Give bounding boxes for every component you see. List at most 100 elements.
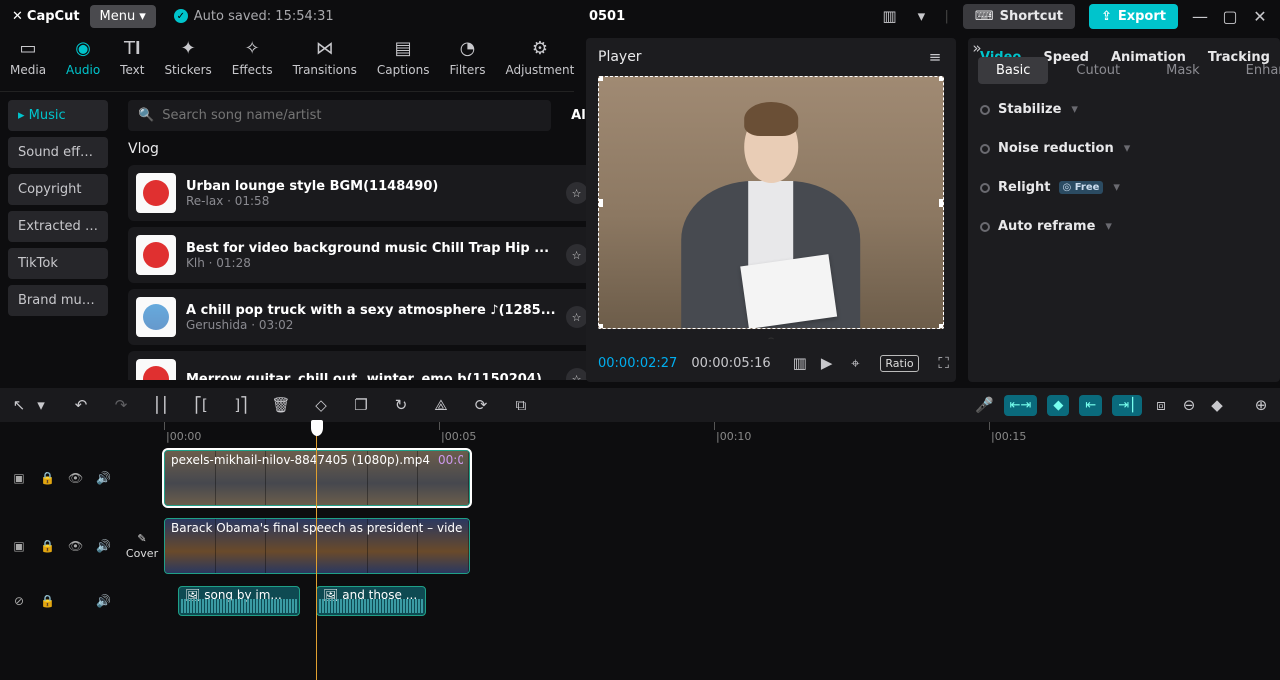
- tab-filters[interactable]: ◔Filters: [449, 38, 485, 77]
- track-collapse-icon[interactable]: ▣: [12, 471, 26, 485]
- inspector-row-relight[interactable]: Relight◎ Free▾: [980, 180, 1268, 195]
- tab-adjustment[interactable]: ⚙Adjustment: [505, 38, 574, 77]
- rotate-icon[interactable]: ⟳: [472, 396, 490, 414]
- audio-clip[interactable]: 🖼song by im...: [178, 586, 300, 616]
- tab-captions[interactable]: ▤Captions: [377, 38, 430, 77]
- toggle-dot-icon[interactable]: [980, 105, 990, 115]
- magnet-group-1-icon[interactable]: ⇤⇥: [1004, 395, 1038, 416]
- video-preview[interactable]: [598, 76, 944, 329]
- fav-icon[interactable]: ☆: [566, 244, 588, 266]
- tab-label: Captions: [377, 63, 430, 77]
- category-tiktok[interactable]: TikTok: [8, 248, 108, 279]
- fav-icon[interactable]: ☆: [566, 306, 588, 328]
- playhead-handle[interactable]: [311, 420, 323, 436]
- preview-cut-icon[interactable]: ⧈: [1152, 396, 1170, 414]
- playhead-line[interactable]: [316, 422, 317, 680]
- category-copyright[interactable]: Copyright: [8, 174, 108, 205]
- cover-button[interactable]: ✎Cover: [124, 532, 160, 560]
- fullscreen-icon[interactable]: ⛶: [935, 354, 953, 372]
- layout-chevron-icon[interactable]: ▾: [912, 7, 930, 25]
- search-input[interactable]: [162, 108, 541, 123]
- menu-button[interactable]: Menu ▾: [90, 5, 156, 28]
- tab-stickers[interactable]: ✦Stickers: [164, 38, 211, 77]
- track2-collapse-icon[interactable]: ▣: [12, 539, 26, 553]
- track2-mute-icon[interactable]: 🔊: [96, 539, 110, 553]
- crop-icon[interactable]: ⧉: [512, 396, 530, 414]
- video-clip-2[interactable]: Barack Obama's final speech as president…: [164, 518, 470, 574]
- player-menu-icon[interactable]: ≡: [926, 48, 944, 66]
- window-close-icon[interactable]: ✕: [1252, 8, 1268, 24]
- redo-icon[interactable]: ↷: [112, 396, 130, 414]
- inspector-row-autoreframe[interactable]: Auto reframe▾: [980, 219, 1268, 234]
- track2-eye-icon[interactable]: 👁: [68, 539, 82, 553]
- export-button[interactable]: ⇪ Export: [1089, 4, 1178, 29]
- trim-right-icon[interactable]: ]⎤: [232, 396, 250, 414]
- video-clip-1[interactable]: pexels-mikhail-nilov-8847405 (1080p).mp4…: [164, 450, 470, 506]
- inspector-subtab-mask[interactable]: Mask: [1148, 57, 1217, 84]
- tab-effects[interactable]: ✧Effects: [232, 38, 273, 77]
- mark-icon[interactable]: ◇: [312, 396, 330, 414]
- mic-icon[interactable]: 🎤: [976, 396, 994, 414]
- toggle-dot-icon[interactable]: [980, 183, 990, 193]
- keyboard-icon: ⌨: [975, 9, 994, 24]
- split-icon[interactable]: ⎮⎮: [152, 396, 170, 414]
- track3-mute-icon[interactable]: 🔊: [96, 594, 110, 608]
- song-item[interactable]: A chill pop truck with a sexy atmosphere…: [128, 289, 624, 345]
- inspector-row-stabilize[interactable]: Stabilize▾: [980, 102, 1268, 117]
- song-cover: [136, 297, 176, 337]
- copy-icon[interactable]: ❐: [352, 396, 370, 414]
- tab-transitions[interactable]: ⋈Transitions: [293, 38, 357, 77]
- category-extracted[interactable]: Extracted a...: [8, 211, 108, 242]
- window-maximize-icon[interactable]: ▢: [1222, 8, 1238, 24]
- magnet-group-2-icon[interactable]: ◆: [1047, 395, 1069, 416]
- song-title: Merrow guitar, chill out, winter, emo b(…: [186, 372, 556, 381]
- inspector-subtab-enhance[interactable]: Enhance: [1228, 57, 1280, 84]
- track3-lock-icon[interactable]: 🔒: [40, 594, 54, 608]
- song-item[interactable]: Best for video background music Chill Tr…: [128, 227, 624, 283]
- tab-audio[interactable]: ◉Audio: [66, 38, 100, 77]
- pointer-icon[interactable]: ↖: [10, 396, 28, 414]
- inspector-subtab-basic[interactable]: Basic: [978, 57, 1048, 84]
- delete-icon[interactable]: 🗑: [272, 396, 290, 414]
- window-minimize-icon[interactable]: —: [1192, 8, 1208, 24]
- reverse-icon[interactable]: ↻: [392, 396, 410, 414]
- inspector-subtab-cutout[interactable]: Cutout: [1058, 57, 1138, 84]
- compare-icon[interactable]: ▥: [793, 354, 807, 372]
- mirror-icon[interactable]: ⟁: [432, 396, 450, 414]
- song-item[interactable]: Merrow guitar, chill out, winter, emo b(…: [128, 351, 624, 380]
- search-box[interactable]: 🔍: [128, 100, 551, 131]
- trim-left-icon[interactable]: ⎡[: [192, 396, 210, 414]
- fav-icon[interactable]: ☆: [566, 182, 588, 204]
- track-mute-icon[interactable]: 🔊: [96, 471, 110, 485]
- play-icon[interactable]: ▶: [821, 354, 833, 372]
- timeline-ruler[interactable]: |00:00|00:05|00:10|00:15: [160, 422, 1280, 448]
- layout-icon[interactable]: ▥: [880, 7, 898, 25]
- ratio-button[interactable]: Ratio: [880, 355, 918, 372]
- song-item[interactable]: Urban lounge style BGM(1148490)Re-lax · …: [128, 165, 624, 221]
- zoom-out-icon[interactable]: ⊖: [1180, 396, 1198, 414]
- tab-media[interactable]: ▭Media: [10, 38, 46, 77]
- fav-icon[interactable]: ☆: [566, 368, 588, 380]
- zoom-slider-icon[interactable]: ◆: [1208, 396, 1226, 414]
- category-music[interactable]: Music: [8, 100, 108, 131]
- chevron-down-icon: ▾: [139, 9, 146, 24]
- audio-clip[interactable]: 🖼and those ...: [316, 586, 426, 616]
- pointer-dd-icon[interactable]: ▾: [32, 396, 50, 414]
- track3-collapse-icon[interactable]: ⊘: [12, 594, 26, 608]
- track-eye-icon[interactable]: 👁: [68, 471, 82, 485]
- toggle-dot-icon[interactable]: [980, 222, 990, 232]
- magnet-group-4-icon[interactable]: ⇥⎮: [1112, 395, 1142, 416]
- toggle-dot-icon[interactable]: [980, 144, 990, 154]
- focus-icon[interactable]: ⌖: [846, 354, 864, 372]
- magnet-group-3-icon[interactable]: ⇤: [1079, 395, 1102, 416]
- category-brand[interactable]: Brand music: [8, 285, 108, 316]
- zoom-in-icon[interactable]: ⊕: [1252, 396, 1270, 414]
- shortcut-button[interactable]: ⌨ Shortcut: [963, 4, 1075, 29]
- undo-icon[interactable]: ↶: [72, 396, 90, 414]
- inspector-row-noise[interactable]: Noise reduction▾: [980, 141, 1268, 156]
- tab-text[interactable]: T𝐈Text: [120, 38, 144, 77]
- track-lock-icon[interactable]: 🔒: [40, 471, 54, 485]
- track2-lock-icon[interactable]: 🔒: [40, 539, 54, 553]
- inspector-more-icon[interactable]: »: [968, 39, 986, 57]
- category-soundfx[interactable]: Sound effe...: [8, 137, 108, 168]
